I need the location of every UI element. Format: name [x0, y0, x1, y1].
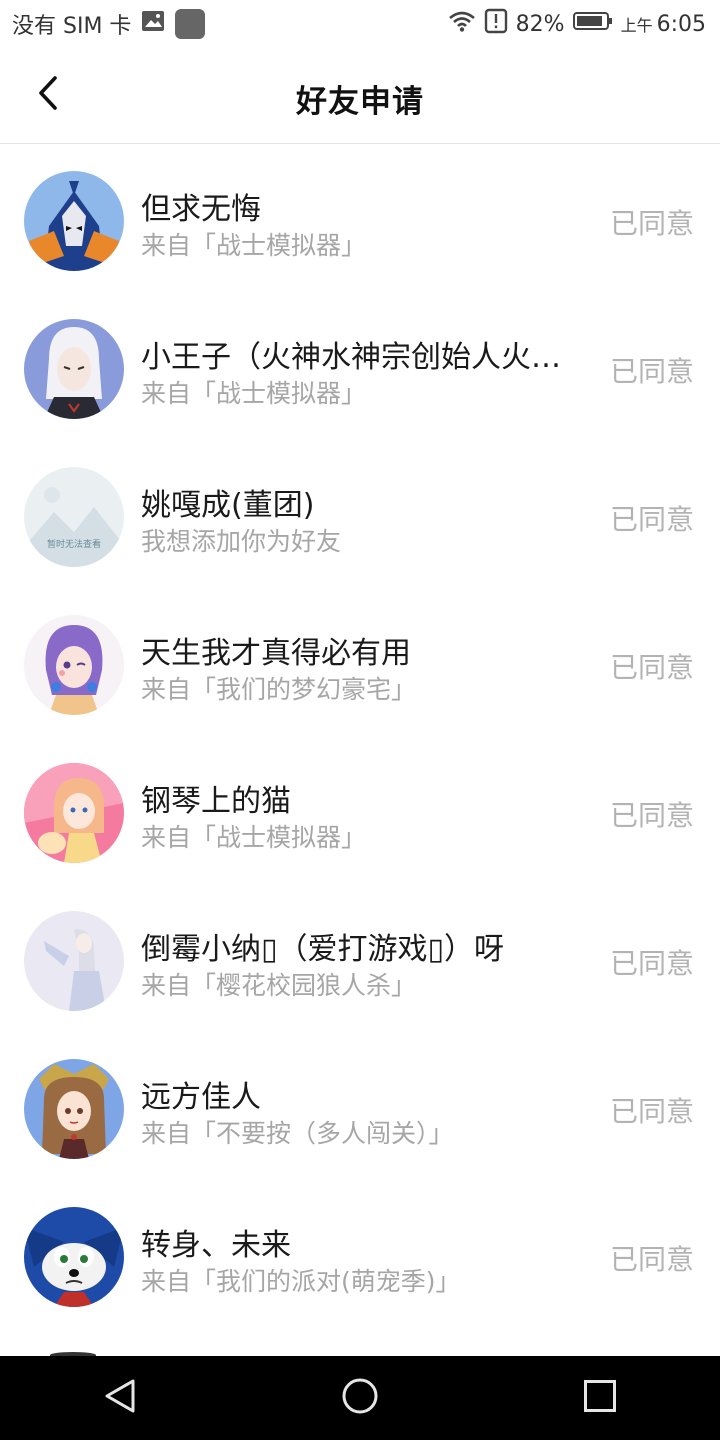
- app-notification-icon: [175, 9, 206, 39]
- nav-home-button[interactable]: [320, 1356, 400, 1440]
- request-status: 已同意: [609, 799, 694, 832]
- avatar[interactable]: [24, 171, 124, 271]
- status-bar: 没有 SIM 卡 82% 上午 6:05: [0, 0, 720, 48]
- friend-name: 小王子（火神水神宗创始人火神…: [141, 340, 586, 375]
- avatar[interactable]: [24, 319, 124, 419]
- request-status: 已同意: [609, 651, 694, 684]
- app-header: 好友申请: [0, 48, 720, 144]
- wifi-icon: [448, 10, 476, 38]
- clock: 6:05: [656, 11, 706, 37]
- avatar[interactable]: [24, 911, 124, 1011]
- avatar-placeholder-text: 暂时无法查看: [47, 538, 101, 550]
- request-status: 已同意: [609, 1095, 694, 1128]
- avatar[interactable]: [24, 1207, 124, 1307]
- request-source: 我想添加你为好友: [141, 527, 342, 556]
- friend-name: 但求无悔: [141, 192, 261, 227]
- request-source: 来自「战士模拟器」: [141, 231, 367, 260]
- friend-name: 远方佳人: [141, 1080, 261, 1115]
- friend-request-row[interactable]: 暂时无法查看 姚嘎成(董团) 我想添加你为好友 已同意: [0, 440, 720, 588]
- carrier-text: 没有 SIM 卡: [12, 14, 132, 39]
- status-bar-left: 没有 SIM 卡: [0, 8, 206, 40]
- battery-icon: [572, 11, 613, 37]
- friend-request-row[interactable]: 远方佳人 来自「不要按（多人闯关）」 已同意: [0, 1032, 720, 1180]
- request-status: 已同意: [609, 947, 694, 980]
- request-status: 已同意: [609, 1243, 694, 1276]
- nav-back-button[interactable]: [80, 1356, 160, 1440]
- request-source: 来自「不要按（多人闯关）」: [141, 1119, 454, 1148]
- friend-request-row[interactable]: 钢琴上的猫 来自「战士模拟器」 已同意: [0, 736, 720, 884]
- friend-name: 天生我才真得必有用: [141, 636, 411, 671]
- friend-name: 钢琴上的猫: [141, 784, 291, 819]
- request-status: 已同意: [609, 207, 694, 240]
- request-status: 已同意: [609, 503, 694, 536]
- page-title: 好友申请: [296, 84, 424, 120]
- friend-request-row[interactable]: 倒霉小纳▯（爱打游戏▯）呀 来自「樱花校园狼人杀」 已同意: [0, 884, 720, 1032]
- friend-name: 姚嘎成(董团): [141, 488, 315, 523]
- friend-request-row[interactable]: 小王子（火神水神宗创始人火神… 来自「战士模拟器」 已同意: [0, 292, 720, 440]
- friend-request-row[interactable]: 天生我才真得必有用 来自「我们的梦幻豪宅」 已同意: [0, 588, 720, 736]
- avatar[interactable]: 暂时无法查看: [24, 467, 124, 567]
- triangle-back-icon: [103, 1378, 137, 1418]
- alert-icon: [484, 8, 508, 40]
- request-source: 来自「樱花校园狼人杀」: [141, 971, 417, 1000]
- system-nav-bar: [0, 1356, 720, 1440]
- avatar[interactable]: [24, 615, 124, 715]
- friend-request-list: 但求无悔 来自「战士模拟器」 已同意 小王子（火神水神宗创始人火神… 来自「战士…: [0, 144, 720, 1328]
- time-ampm: 上午: [620, 16, 653, 35]
- request-source: 来自「战士模拟器」: [141, 823, 367, 852]
- gallery-icon: [141, 10, 165, 38]
- status-bar-right: 82% 上午 6:05: [448, 8, 720, 40]
- request-status: 已同意: [609, 355, 694, 388]
- friend-request-row[interactable]: 转身、未来 来自「我们的派对(萌宠季)」 已同意: [0, 1180, 720, 1328]
- avatar[interactable]: [24, 1059, 124, 1159]
- friend-name: 倒霉小纳▯（爱打游戏▯）呀: [141, 932, 505, 967]
- avatar[interactable]: [24, 763, 124, 863]
- request-source: 来自「我们的派对(萌宠季)」: [141, 1267, 461, 1296]
- square-recents-icon: [583, 1379, 617, 1417]
- friend-request-row[interactable]: 但求无悔 来自「战士模拟器」 已同意: [0, 144, 720, 292]
- friend-name: 转身、未来: [141, 1228, 291, 1263]
- circle-home-icon: [341, 1377, 379, 1419]
- battery-percent: 82%: [515, 11, 565, 37]
- nav-recents-button[interactable]: [560, 1356, 640, 1440]
- request-source: 来自「战士模拟器」: [141, 379, 367, 408]
- request-source: 来自「我们的梦幻豪宅」: [141, 675, 417, 704]
